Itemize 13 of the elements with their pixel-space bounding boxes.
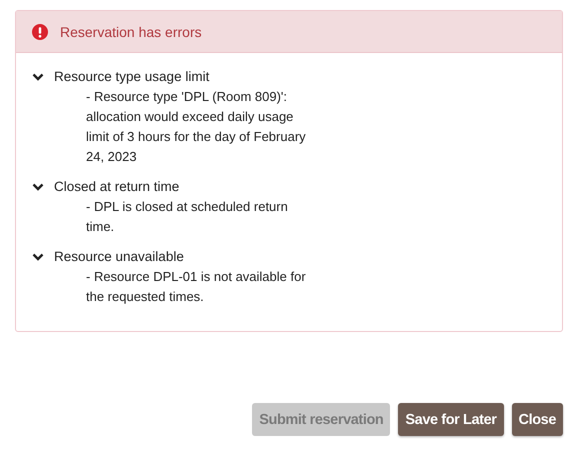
error-heading[interactable]: Closed at return time — [54, 177, 180, 197]
error-heading[interactable]: Resource unavailable — [54, 247, 184, 267]
error-title: Reservation has errors — [60, 24, 202, 40]
chevron-icon[interactable] — [32, 183, 44, 191]
error-message: - DPL is closed at scheduled return time. — [86, 198, 289, 236]
chevron-icon[interactable] — [32, 73, 44, 81]
action-button[interactable]: Save for Later — [398, 403, 504, 436]
error-message: - Resource DPL-01 is not available for the requested times. — [86, 268, 307, 306]
chevron-icon[interactable] — [32, 253, 44, 261]
action-button[interactable]: Close — [512, 403, 563, 436]
exclamation-icon — [32, 24, 48, 40]
error-heading[interactable]: Resource type usage limit — [54, 67, 210, 87]
error-message: - Resource type 'DPL (Room 809)': allocation would exceed daily usage limit of 3 hours for the day of February 24, 2023 — [86, 88, 307, 166]
